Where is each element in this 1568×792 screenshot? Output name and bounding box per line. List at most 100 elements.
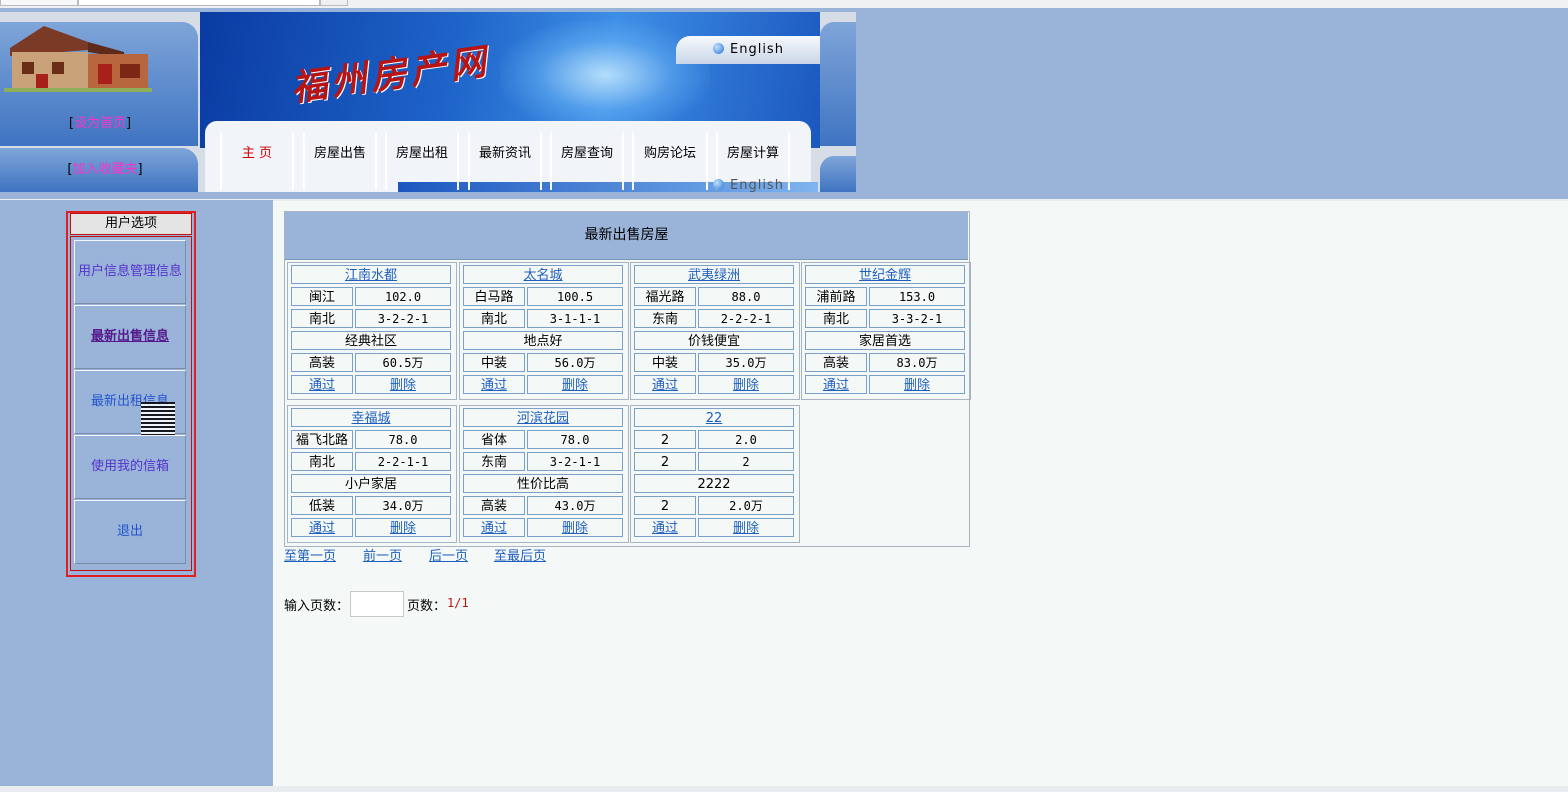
- approve-cell[interactable]: 通过: [291, 518, 353, 537]
- mouse-cursor-artifact: [141, 402, 175, 436]
- tag-cell: 家居首选: [805, 331, 965, 350]
- sidebar-item-label: 使用我的信箱: [90, 459, 169, 474]
- orientation-cell: 南北: [291, 309, 353, 328]
- tag-cell: 2222: [634, 474, 794, 493]
- add-favorites-link: [加入收藏夹]: [0, 158, 210, 177]
- approve-cell[interactable]: 通过: [463, 518, 525, 537]
- delete-cell-link[interactable]: 删除: [390, 521, 416, 536]
- page-input-label: 输入页数：: [284, 599, 350, 614]
- price-cell: 83.0万: [869, 353, 965, 372]
- house-name-link[interactable]: 河滨花园: [517, 411, 569, 426]
- listing-title: 最新出售房屋: [285, 212, 968, 260]
- nav-home[interactable]: 主 页: [220, 132, 294, 190]
- house-name[interactable]: 太名城: [463, 265, 623, 284]
- house-name[interactable]: 江南水都: [291, 265, 451, 284]
- decoration-cell: 高装: [291, 353, 353, 372]
- layout-cell: 3-2-1-1: [527, 452, 623, 471]
- add-favorites-button[interactable]: 加入收藏夹: [72, 162, 137, 177]
- house-name[interactable]: 22: [634, 408, 794, 427]
- browser-tab[interactable]: [320, 0, 348, 6]
- approve-cell-link[interactable]: 通过: [652, 521, 678, 536]
- set-homepage-link: [设为首页]: [0, 112, 200, 131]
- delete-cell-link[interactable]: 删除: [733, 521, 759, 536]
- house-name[interactable]: 幸福城: [291, 408, 451, 427]
- status-strip: [0, 786, 1568, 792]
- district-cell: 白马路: [463, 287, 525, 306]
- nav-forum[interactable]: 购房论坛: [632, 132, 708, 190]
- english-label: English: [730, 42, 784, 57]
- house-name-link[interactable]: 江南水都: [345, 268, 397, 283]
- approve-cell-link[interactable]: 通过: [823, 378, 849, 393]
- english-link[interactable]: English: [713, 42, 784, 57]
- first-page-link[interactable]: 至第一页: [284, 545, 336, 564]
- delete-cell[interactable]: 删除: [355, 518, 451, 537]
- delete-cell-link[interactable]: 删除: [733, 378, 759, 393]
- delete-cell[interactable]: 删除: [527, 375, 623, 394]
- nav-latest-news[interactable]: 最新资讯: [468, 132, 542, 190]
- approve-cell[interactable]: 通过: [634, 518, 696, 537]
- decoration-cell: 高装: [805, 353, 867, 372]
- orientation-cell: 南北: [805, 309, 867, 328]
- browser-tab-active[interactable]: [78, 0, 320, 6]
- delete-cell-link[interactable]: 删除: [904, 378, 930, 393]
- delete-cell[interactable]: 删除: [698, 518, 794, 537]
- last-page-link[interactable]: 至最后页: [494, 545, 546, 564]
- delete-cell[interactable]: 删除: [355, 375, 451, 394]
- sidebar-item-mailbox[interactable]: 使用我的信箱: [74, 435, 186, 499]
- layout-cell: 3-2-2-1: [355, 309, 451, 328]
- page-number-input[interactable]: [350, 591, 404, 617]
- sidebar-item-user-info[interactable]: 用户信息管理信息: [74, 240, 186, 304]
- sidebar-item-label: 用户信息管理信息: [77, 264, 182, 279]
- approve-cell-link[interactable]: 通过: [309, 521, 335, 536]
- approve-cell[interactable]: 通过: [634, 375, 696, 394]
- sidebar-item-logout[interactable]: 退出: [74, 500, 186, 564]
- browser-tab[interactable]: [0, 0, 78, 6]
- approve-cell[interactable]: 通过: [463, 375, 525, 394]
- page-count-label: 页数：: [407, 599, 447, 614]
- house-name-link[interactable]: 武夷绿洲: [688, 268, 740, 283]
- set-homepage-button[interactable]: 设为首页: [74, 116, 126, 131]
- delete-cell[interactable]: 删除: [869, 375, 965, 394]
- district-cell: 浦前路: [805, 287, 867, 306]
- next-page-link[interactable]: 后一页: [429, 545, 468, 564]
- district-cell: 2: [634, 430, 696, 449]
- house-logo-image: [4, 26, 152, 92]
- sidebar-item-latest-sale[interactable]: 最新出售信息: [74, 305, 186, 369]
- nav-house-search[interactable]: 房屋查询: [550, 132, 624, 190]
- approve-cell[interactable]: 通过: [291, 375, 353, 394]
- delete-cell-link[interactable]: 删除: [562, 378, 588, 393]
- district-cell: 省体: [463, 430, 525, 449]
- price-cell: 35.0万: [698, 353, 794, 372]
- area-cell: 153.0: [869, 287, 965, 306]
- approve-cell-link[interactable]: 通过: [481, 521, 507, 536]
- nav-houses-for-sale[interactable]: 房屋出售: [303, 132, 377, 190]
- house-name-link[interactable]: 幸福城: [351, 411, 390, 426]
- approve-cell-link[interactable]: 通过: [309, 378, 335, 393]
- area-cell: 88.0: [698, 287, 794, 306]
- delete-cell-link[interactable]: 删除: [390, 378, 416, 393]
- house-name[interactable]: 武夷绿洲: [634, 265, 794, 284]
- approve-cell[interactable]: 通过: [805, 375, 867, 394]
- prev-page-link[interactable]: 前一页: [363, 545, 402, 564]
- delete-cell[interactable]: 删除: [698, 375, 794, 394]
- sidebar-item-label: 最新出售信息: [90, 329, 169, 344]
- header-right-cap: [820, 156, 856, 192]
- globe-icon: [713, 43, 724, 54]
- house-name[interactable]: 世纪金辉: [805, 265, 965, 284]
- house-name-link[interactable]: 22: [706, 411, 723, 426]
- house-name-link[interactable]: 世纪金辉: [859, 268, 911, 283]
- district-cell: 闽江: [291, 287, 353, 306]
- tag-cell: 地点好: [463, 331, 623, 350]
- house-name-link[interactable]: 太名城: [523, 268, 562, 283]
- nav-houses-for-rent[interactable]: 房屋出租: [385, 132, 459, 190]
- header-right-cap: [820, 22, 856, 146]
- delete-cell-link[interactable]: 删除: [562, 521, 588, 536]
- house-name[interactable]: 河滨花园: [463, 408, 623, 427]
- area-cell: 102.0: [355, 287, 451, 306]
- delete-cell[interactable]: 删除: [527, 518, 623, 537]
- approve-cell-link[interactable]: 通过: [652, 378, 678, 393]
- approve-cell-link[interactable]: 通过: [481, 378, 507, 393]
- price-cell: 56.0万: [527, 353, 623, 372]
- price-cell: 60.5万: [355, 353, 451, 372]
- orientation-cell: 南北: [463, 309, 525, 328]
